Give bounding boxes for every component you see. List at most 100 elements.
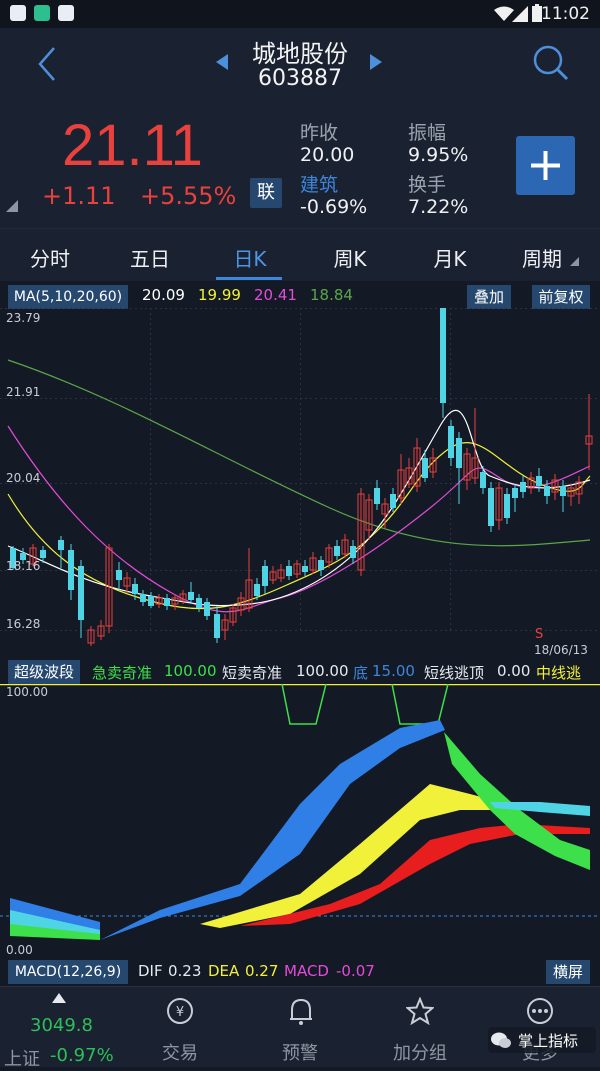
- macd-value: -0.07: [336, 962, 375, 980]
- macd-legend: MACD(12,26,9) DIF 0.23 DEA 0.27 MACD -0.…: [0, 958, 600, 984]
- adjust-button[interactable]: 前复权: [532, 285, 590, 309]
- candle-body: [318, 560, 324, 570]
- corner-triangle-icon: [6, 200, 18, 212]
- trade-icon[interactable]: ¥: [166, 997, 194, 1025]
- ma10-line: [7, 442, 591, 610]
- overlay-button[interactable]: 叠加: [467, 285, 511, 309]
- sector-change: -0.69%: [300, 196, 368, 218]
- candle-body: [204, 602, 210, 616]
- prev-close-label: 昨收: [300, 122, 339, 144]
- bottom-label: 底: [353, 664, 369, 682]
- indicator-y-top-label: 100.00: [6, 685, 48, 699]
- candle-body: [456, 438, 462, 468]
- sell-signal-marker: S: [535, 627, 543, 642]
- candle-body: [390, 494, 396, 508]
- turnover-label: 换手: [408, 174, 447, 196]
- next-stock-icon[interactable]: [370, 54, 382, 70]
- plus-icon: [531, 151, 560, 180]
- prev-close-value: 20.00: [300, 144, 355, 166]
- candle-body: [214, 614, 220, 638]
- y-axis-label-3: 20.04: [6, 471, 40, 485]
- last-price: 21.11: [62, 113, 203, 178]
- candle-body: [536, 476, 542, 486]
- svg-text:¥: ¥: [176, 1005, 184, 1020]
- macd-label: MACD: [284, 962, 329, 980]
- ma-settings-button[interactable]: MA(5,10,20,60): [8, 285, 128, 309]
- landscape-button[interactable]: 横屏: [546, 960, 590, 984]
- indicator-legend: 超级波段 急卖奇准 100.00 短卖奇准 100.00 底 15.00 短线逃…: [0, 660, 600, 684]
- add-group-label[interactable]: 加分组: [375, 1039, 465, 1065]
- app-icon: [34, 5, 50, 21]
- y-axis-bottom-label: 16.28: [6, 617, 40, 631]
- add-watchlist-button[interactable]: [516, 136, 575, 195]
- ma60-value: 18.84: [310, 286, 353, 304]
- tab-daily-k[interactable]: 日K: [210, 243, 290, 272]
- candle-body: [164, 598, 170, 606]
- star-icon[interactable]: [406, 997, 434, 1025]
- dif-value: 0.23: [168, 962, 202, 980]
- index-value[interactable]: 3049.8: [30, 1015, 93, 1036]
- ma5-line: [7, 409, 591, 607]
- amplitude-value: 9.95%: [408, 144, 469, 166]
- sector-label[interactable]: 建筑: [300, 170, 338, 197]
- candle-body: [148, 596, 154, 606]
- y-axis-label-4: 18.16: [6, 559, 40, 573]
- candlestick-chart[interactable]: 23.79 21.91 20.04 18.16 16.28 18/06/13 S: [0, 308, 600, 658]
- candle-body: [132, 584, 138, 594]
- tab-intraday[interactable]: 分时: [10, 243, 90, 272]
- candle-body: [512, 488, 518, 498]
- candle-body: [504, 494, 510, 518]
- candle-body: [560, 486, 566, 496]
- candle-body: [302, 566, 308, 572]
- watermark-text: 掌上指标: [518, 1032, 579, 1050]
- up-arrow-icon: [52, 993, 66, 1003]
- sell-label: 急卖奇准: [92, 664, 153, 682]
- bell-icon[interactable]: [288, 997, 314, 1025]
- candle-body: [286, 566, 292, 576]
- candle-body: [140, 594, 146, 602]
- candle-body: [40, 550, 46, 558]
- more-icon[interactable]: [526, 997, 554, 1025]
- candle-body: [448, 426, 454, 458]
- candle-body: [58, 540, 64, 550]
- signal-icon: [512, 6, 528, 22]
- wave-indicator-chart[interactable]: 100.00 0.00: [0, 684, 600, 956]
- candle-body: [254, 584, 260, 596]
- stock-code: 603887: [258, 66, 342, 91]
- price-change: +1.11: [42, 182, 116, 210]
- tab-five-day[interactable]: 五日: [110, 243, 190, 272]
- active-tab-indicator: [216, 277, 282, 280]
- index-change: -0.97%: [50, 1045, 114, 1066]
- dif-label: DIF: [138, 962, 163, 980]
- tab-weekly-k[interactable]: 周K: [310, 243, 390, 272]
- candle-body: [262, 566, 268, 586]
- text-app-icon: [58, 5, 74, 21]
- candle-body: [480, 472, 486, 488]
- indicator-name-button[interactable]: 超级波段: [8, 660, 80, 684]
- trade-label[interactable]: 交易: [135, 1039, 225, 1065]
- period-tabs: 分时 五日 日K 周K 月K 周期: [0, 228, 600, 281]
- bottom-value: 15.00: [372, 662, 415, 680]
- ma10-value: 19.99: [198, 286, 241, 304]
- candle-body: [78, 566, 84, 620]
- dea-value: 0.27: [245, 962, 279, 980]
- y-axis-label-2: 21.91: [6, 385, 40, 399]
- candle-body: [544, 486, 550, 496]
- index-name[interactable]: 上证: [4, 1045, 40, 1071]
- macd-settings-button[interactable]: MACD(12,26,9): [8, 960, 128, 984]
- alert-label[interactable]: 预警: [255, 1039, 345, 1065]
- linked-badge[interactable]: 联: [250, 178, 282, 208]
- quote-panel: 21.11 +1.11 +5.55% 联 昨收 20.00 建筑 -0.69% …: [0, 100, 600, 228]
- bottom-nav: 3049.8 上证 -0.97% ¥ 交易 预警 加分组 更多 掌上指标: [0, 986, 600, 1070]
- candle-body: [196, 598, 202, 608]
- search-icon[interactable]: [530, 42, 570, 82]
- candle-body: [440, 308, 446, 403]
- tab-monthly-k[interactable]: 月K: [410, 243, 490, 272]
- candle-body: [488, 488, 494, 526]
- escape-top-value: 0.00: [497, 662, 531, 680]
- prev-stock-icon[interactable]: [216, 54, 228, 70]
- candle-body: [68, 550, 74, 590]
- indicator-y-bottom-label: 0.00: [6, 943, 33, 956]
- stock-name: 城地股份: [252, 40, 348, 68]
- ma60-line: [7, 359, 591, 547]
